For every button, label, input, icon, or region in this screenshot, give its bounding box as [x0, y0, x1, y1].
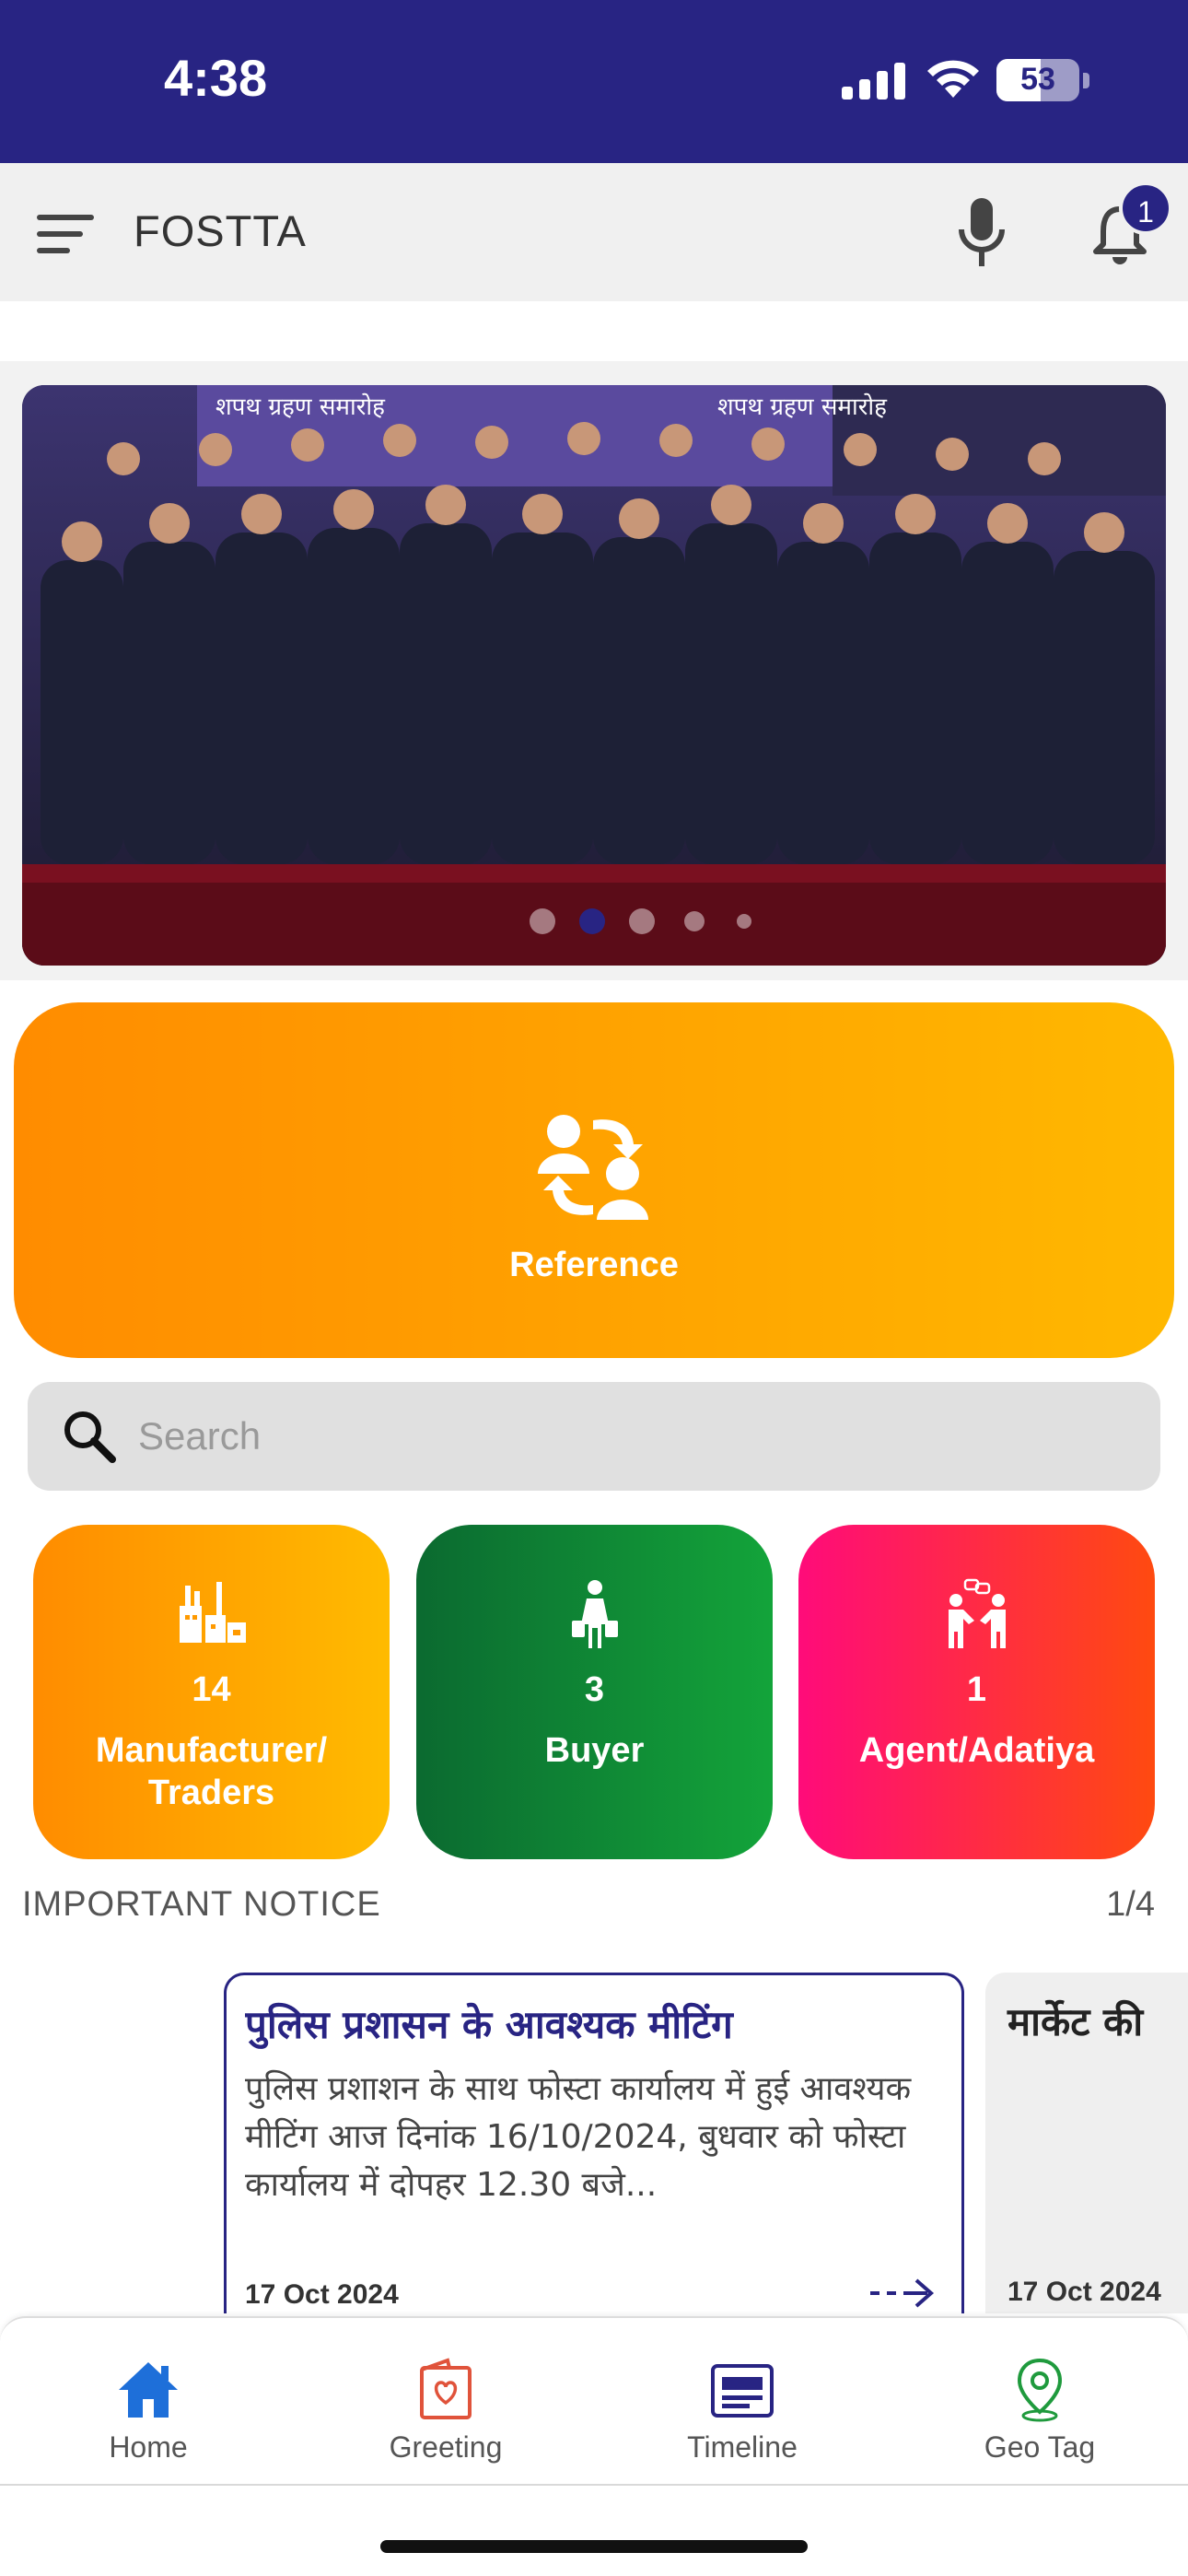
nav-greeting[interactable]: Greeting — [354, 2318, 538, 2486]
manufacturer-count: 14 — [192, 1670, 231, 1709]
battery-level: 53 — [1020, 62, 1055, 97]
nav-greeting-label: Greeting — [389, 2430, 503, 2464]
buyer-count: 3 — [584, 1670, 605, 1709]
manufacturer-label: Manufacturer/ Traders — [95, 1731, 328, 1812]
notice-card[interactable]: मार्केट की 17 Oct 2024 — [985, 1973, 1188, 2313]
nav-geo-tag-label: Geo Tag — [984, 2430, 1096, 2464]
nav-geo-tag[interactable]: Geo Tag — [948, 2318, 1132, 2486]
notice-card[interactable]: पुलिस प्रशासन के आवश्यक मीटिंग पुलिस प्र… — [224, 1973, 964, 2313]
important-notice-heading: IMPORTANT NOTICE — [22, 1885, 381, 1924]
search-icon — [64, 1411, 116, 1463]
carousel-dot[interactable] — [737, 914, 751, 929]
microphone-icon[interactable] — [954, 196, 1009, 270]
notification-badge: 1 — [1119, 181, 1172, 235]
app-title: FOSTTA — [134, 206, 307, 255]
group-photo-image: शपथ ग्रहण समारोह शपथ ग्रहण समारोह — [22, 385, 1166, 966]
notice-body: पुलिस प्रशाशन के साथ फोस्टा कार्यालय में… — [245, 2070, 912, 2204]
search-input[interactable] — [138, 1404, 1133, 1469]
banner-text-left: शपथ ग्रहण समारोह — [215, 392, 386, 421]
nav-timeline-label: Timeline — [687, 2430, 798, 2464]
nav-home[interactable]: Home — [56, 2318, 240, 2486]
notice-title: मार्केट की — [1007, 1999, 1144, 2044]
buyer-label: Buyer — [544, 1731, 645, 1770]
factory-icon — [180, 1582, 246, 1643]
carousel-banner[interactable]: शपथ ग्रहण समारोह शपथ ग्रहण समारोह — [22, 385, 1166, 966]
buyer-icon — [572, 1580, 618, 1648]
nav-home-label: Home — [109, 2430, 188, 2464]
home-indicator[interactable] — [380, 2540, 808, 2553]
agent-count: 1 — [966, 1670, 987, 1709]
reference-button[interactable]: Reference — [14, 1002, 1174, 1358]
bottom-navigation: Home Greeting Timeline Geo Tag — [0, 2316, 1188, 2484]
category-manufacturer-traders[interactable]: 14 Manufacturer/ Traders — [33, 1525, 390, 1859]
notice-date: 17 Oct 2024 — [1007, 2277, 1161, 2307]
location-pin-icon — [1017, 2358, 1063, 2422]
timeline-icon — [711, 2364, 774, 2418]
wifi-icon — [927, 60, 979, 98]
carousel-dot[interactable] — [684, 911, 705, 931]
reference-exchange-icon — [538, 1115, 648, 1220]
app-bar: FOSTTA 1 — [0, 163, 1188, 301]
cellular-signal-icon — [842, 61, 906, 100]
carousel-dot[interactable] — [530, 908, 555, 934]
nav-divider — [0, 2484, 1188, 2486]
search-bar[interactable] — [28, 1382, 1160, 1491]
notice-date: 17 Oct 2024 — [245, 2279, 399, 2310]
carousel-dot[interactable] — [629, 908, 655, 934]
agent-label: Agent/Adatiya — [858, 1731, 1095, 1770]
notice-title: पुलिस प्रशासन के आवश्यक मीटिंग — [245, 2002, 733, 2047]
reference-label: Reference — [509, 1246, 679, 1284]
battery-nub — [1083, 73, 1089, 88]
category-buyer[interactable]: 3 Buyer — [416, 1525, 773, 1859]
banner-text-right: शपथ ग्रहण समारोह — [717, 392, 888, 421]
notice-page-counter: 1/4 — [1106, 1885, 1155, 1924]
status-time: 4:38 — [164, 49, 268, 107]
agent-handshake-icon — [949, 1578, 1006, 1648]
home-icon — [119, 2362, 178, 2418]
carousel-dot[interactable] — [579, 908, 605, 934]
carousel-dots — [0, 908, 1188, 936]
arrow-right-icon[interactable] — [867, 2275, 937, 2312]
nav-timeline[interactable]: Timeline — [650, 2318, 834, 2486]
category-agent-adatiya[interactable]: 1 Agent/Adatiya — [798, 1525, 1155, 1859]
status-bar: 4:38 53 — [0, 0, 1188, 163]
menu-icon[interactable] — [37, 215, 94, 255]
battery-icon: 53 — [996, 59, 1079, 101]
greeting-card-icon — [420, 2358, 472, 2419]
